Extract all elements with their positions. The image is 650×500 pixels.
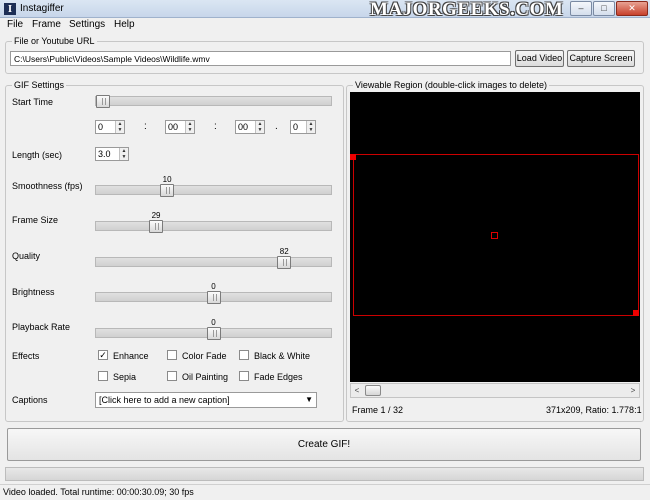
spin-down-icon[interactable]: ▼ (120, 154, 128, 160)
sepia-checkbox[interactable] (98, 371, 108, 381)
playback-rate-slider[interactable]: 0 (95, 318, 332, 340)
frame-size-slider-thumb[interactable] (149, 220, 164, 233)
start-time-label: Start Time (12, 97, 54, 107)
start-seconds-value: 00 (238, 122, 249, 132)
start-time-slider[interactable] (95, 95, 332, 108)
smoothness-slider-thumb[interactable] (160, 184, 175, 197)
gif-settings-label: GIF Settings (12, 80, 67, 90)
frame-size-slider[interactable]: 29 (95, 211, 332, 233)
captions-value: [Click here to add a new caption] (99, 395, 230, 405)
start-seconds-spinner[interactable]: 00 ▲ ▼ (235, 120, 265, 134)
maximize-button[interactable]: □ (593, 1, 615, 16)
menu-settings[interactable]: Settings (69, 19, 105, 30)
close-button[interactable]: ✕ (616, 1, 648, 16)
quality-slider-thumb[interactable] (277, 256, 292, 269)
brightness-value: 0 (211, 282, 216, 291)
create-gif-button[interactable]: Create GIF! (7, 428, 641, 461)
smoothness-label: Smoothness (fps) (12, 181, 83, 191)
file-url-input[interactable]: C:\Users\Public\Videos\Sample Videos\Wil… (10, 51, 511, 66)
quality-slider[interactable]: 82 (95, 247, 332, 269)
spin-down-icon[interactable]: ▼ (186, 127, 194, 133)
capture-screen-button[interactable]: Capture Screen (567, 50, 635, 67)
color-fade-label: Color Fade (182, 351, 227, 361)
source-group-label: File or Youtube URL (12, 36, 97, 46)
playback-rate-slider-thumb[interactable] (206, 327, 221, 340)
oil-painting-checkbox[interactable] (167, 371, 177, 381)
app-icon: I (4, 3, 16, 15)
black-white-checkbox[interactable] (239, 350, 249, 360)
time-separator: : (214, 121, 217, 132)
start-minutes-value: 00 (168, 122, 179, 132)
smoothness-value: 10 (162, 175, 172, 184)
menu-frame[interactable]: Frame (32, 19, 61, 30)
frame-counter: Frame 1 / 32 (352, 405, 404, 415)
progress-bar (5, 467, 644, 481)
fade-edges-label: Fade Edges (254, 372, 303, 382)
length-spinner[interactable]: 3.0 ▲ ▼ (95, 147, 129, 161)
captions-dropdown[interactable]: [Click here to add a new caption] ▼ (95, 392, 317, 408)
brightness-slider[interactable]: 0 (95, 282, 332, 304)
playback-rate-value: 0 (211, 318, 216, 327)
crop-handle-bottom-right[interactable] (633, 310, 639, 316)
sepia-label: Sepia (113, 372, 137, 382)
oil-painting-label: Oil Painting (182, 372, 229, 382)
chevron-down-icon[interactable]: ▼ (305, 395, 313, 404)
quality-value: 82 (279, 247, 289, 256)
enhance-label: Enhance (113, 351, 149, 361)
spin-down-icon[interactable]: ▼ (307, 127, 315, 133)
viewable-region-label: Viewable Region (double-click images to … (353, 80, 549, 90)
menu-file[interactable]: File (7, 19, 23, 30)
black-white-label: Black & White (254, 351, 311, 361)
time-decimal-separator: . (275, 121, 278, 132)
length-label: Length (sec) (12, 150, 63, 160)
window-title: Instagiffer (20, 3, 64, 14)
enhance-checkbox[interactable]: ✓ (98, 350, 108, 360)
quality-label: Quality (12, 251, 41, 261)
playback-rate-label: Playback Rate (12, 322, 71, 332)
start-hours-spinner[interactable]: 0 ▲ ▼ (95, 120, 125, 134)
smoothness-slider[interactable]: 10 (95, 175, 332, 197)
menu-bar: File Frame Settings Help (0, 18, 650, 33)
effects-label: Effects (12, 351, 40, 361)
start-minutes-spinner[interactable]: 00 ▲ ▼ (165, 120, 195, 134)
fade-edges-checkbox[interactable] (239, 371, 249, 381)
status-text: Video loaded. Total runtime: 00:00:30.09… (3, 487, 194, 497)
menu-help[interactable]: Help (114, 19, 135, 30)
start-fraction-value: 0 (293, 122, 299, 132)
load-video-button[interactable]: Load Video (515, 50, 564, 67)
minimize-button[interactable]: – (570, 1, 592, 16)
crop-handle-center[interactable] (491, 232, 498, 239)
title-bar: I Instagiffer MAJORGEEKS.COM – □ ✕ (0, 0, 650, 20)
frame-scrollbar[interactable]: < > (350, 383, 640, 398)
crop-handle-top-left[interactable] (350, 154, 356, 160)
brightness-slider-thumb[interactable] (206, 291, 221, 304)
status-bar: Video loaded. Total runtime: 00:00:30.09… (0, 484, 650, 500)
length-value: 3.0 (98, 149, 111, 159)
spin-down-icon[interactable]: ▼ (256, 127, 264, 133)
start-time-slider-thumb[interactable] (96, 95, 110, 108)
captions-label: Captions (12, 395, 48, 405)
brightness-label: Brightness (12, 287, 55, 297)
scroll-right-icon[interactable]: > (627, 384, 639, 397)
scroll-left-icon[interactable]: < (351, 384, 363, 397)
time-separator: : (144, 121, 147, 132)
frame-scrollbar-thumb[interactable] (365, 385, 381, 396)
preview-canvas[interactable] (350, 92, 640, 382)
color-fade-checkbox[interactable] (167, 350, 177, 360)
start-fraction-spinner[interactable]: 0 ▲ ▼ (290, 120, 316, 134)
frame-size-label: Frame Size (12, 215, 59, 225)
spin-down-icon[interactable]: ▼ (116, 127, 124, 133)
frame-size-value: 29 (151, 211, 161, 220)
frame-dimensions: 371x209, Ratio: 1.778:1 (546, 405, 642, 415)
start-hours-value: 0 (98, 122, 104, 132)
